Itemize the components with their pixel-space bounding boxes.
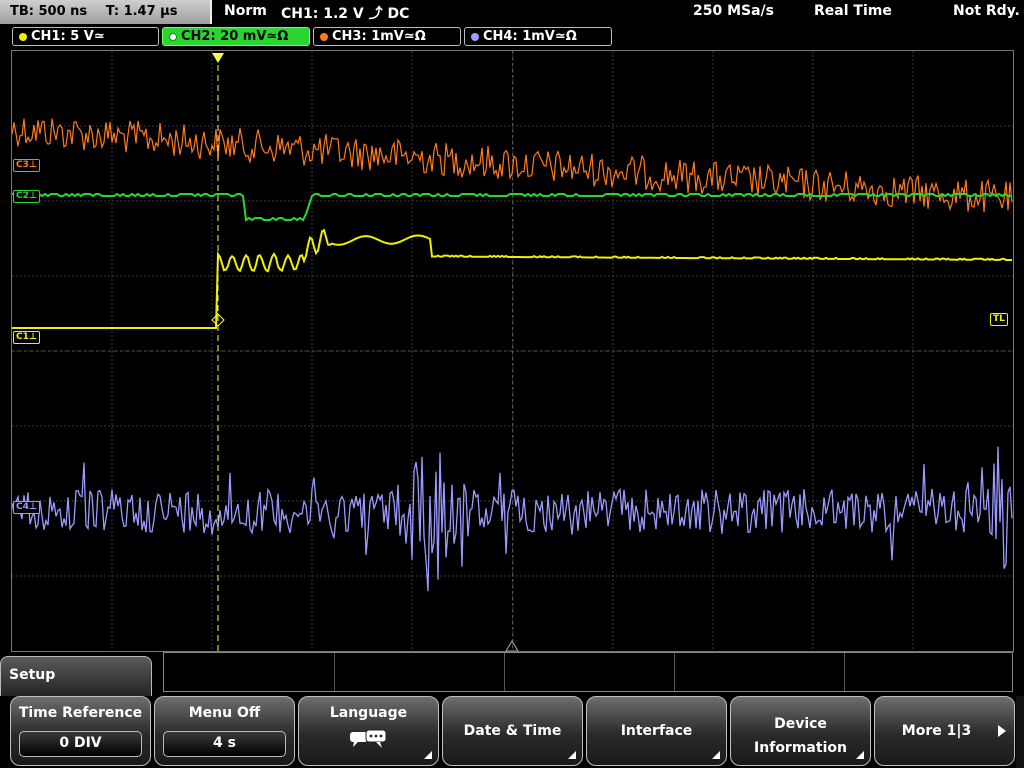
softkey-bar: Time Reference 0 DIV Menu Off 4 s Langua… — [0, 696, 1024, 768]
trigger-level-marker[interactable]: TL — [990, 313, 1008, 326]
submenu-corner-icon — [856, 751, 864, 759]
channel-bar: CH1: 5 V≃ CH2: 20 mV≃Ω CH3: 1mV≃Ω CH4: 1… — [0, 27, 1024, 47]
ch1-color-dot — [19, 33, 27, 41]
language-label: Language — [329, 705, 408, 721]
trigger-position-icon — [212, 53, 224, 63]
info-cell — [334, 653, 505, 691]
channel-chip-ch2[interactable]: CH2: 20 mV≃Ω — [162, 27, 310, 46]
ch1-ground-marker[interactable]: C1⊥ — [13, 331, 41, 344]
menu-off-button[interactable]: Menu Off 4 s — [154, 696, 295, 766]
timebase-box[interactable]: TB: 500 ns T: 1.47 µs — [0, 0, 212, 24]
info-strip — [163, 652, 1013, 692]
time-reference-label: Time Reference — [18, 705, 143, 721]
run-state: Not Rdy. — [953, 3, 1020, 19]
info-cell — [504, 653, 675, 691]
sample-rate: 250 MSa/s — [693, 3, 775, 19]
ch4-color-dot — [471, 33, 479, 41]
waveform-canvas — [12, 51, 1013, 651]
menu-off-label: Menu Off — [188, 705, 261, 721]
submenu-corner-icon — [424, 751, 432, 759]
interface-button[interactable]: Interface — [586, 696, 727, 766]
submenu-corner-icon — [712, 751, 720, 759]
speech-bubble-icon — [350, 729, 387, 748]
ch4-ground-marker[interactable]: C4⊥ — [13, 501, 41, 514]
trigger-time-value: T: 1.47 µs — [105, 4, 178, 19]
ch4-label: CH4: 1mV≃Ω — [483, 29, 577, 44]
status-bar: TB: 500 ns T: 1.47 µs Norm CH1: 1.2 V ⤴ … — [0, 0, 1024, 26]
info-cell — [164, 653, 335, 691]
more-button[interactable]: More 1|3 — [874, 696, 1015, 766]
ch3-label: CH3: 1mV≃Ω — [332, 29, 426, 44]
trigger-mode[interactable]: Norm — [224, 3, 267, 19]
channel-chip-ch1[interactable]: CH1: 5 V≃ — [12, 27, 159, 46]
right-edge — [1016, 696, 1024, 768]
time-reference-button[interactable]: Time Reference 0 DIV — [10, 696, 151, 766]
interface-label: Interface — [620, 723, 693, 739]
ch2-color-dot — [169, 33, 177, 41]
device-information-button[interactable]: Device Information — [730, 696, 871, 766]
trigger-setting[interactable]: CH1: 1.2 V ⤴ DC — [281, 3, 409, 23]
submenu-corner-icon — [568, 751, 576, 759]
ch2-label: CH2: 20 mV≃Ω — [181, 29, 289, 44]
ch2-trace — [12, 192, 1011, 222]
more-label: More 1|3 — [901, 723, 972, 739]
ch2-ground-marker[interactable]: C2⊥ — [13, 190, 41, 203]
time-reference-value: 0 DIV — [19, 731, 142, 757]
menu-title-tab: Setup — [0, 656, 152, 696]
ch3-color-dot — [320, 33, 328, 41]
timebase-value: TB: 500 ns — [10, 4, 88, 19]
acquisition-mode: Real Time — [814, 3, 892, 19]
language-button[interactable]: Language — [298, 696, 439, 766]
device-information-label: Device Information — [754, 716, 847, 756]
date-time-button[interactable]: Date & Time — [442, 696, 583, 766]
date-time-label: Date & Time — [463, 723, 562, 739]
waveform-display[interactable]: C3⊥ C2⊥ C1⊥ C4⊥ TL — [11, 50, 1014, 652]
channel-chip-ch3[interactable]: CH3: 1mV≃Ω — [313, 27, 461, 46]
info-cell — [674, 653, 845, 691]
ch3-ground-marker[interactable]: C3⊥ — [13, 159, 41, 172]
menu-off-value: 4 s — [163, 731, 286, 757]
arrow-right-icon — [998, 725, 1006, 737]
ch1-label: CH1: 5 V≃ — [31, 29, 105, 44]
channel-chip-ch4[interactable]: CH4: 1mV≃Ω — [464, 27, 612, 46]
